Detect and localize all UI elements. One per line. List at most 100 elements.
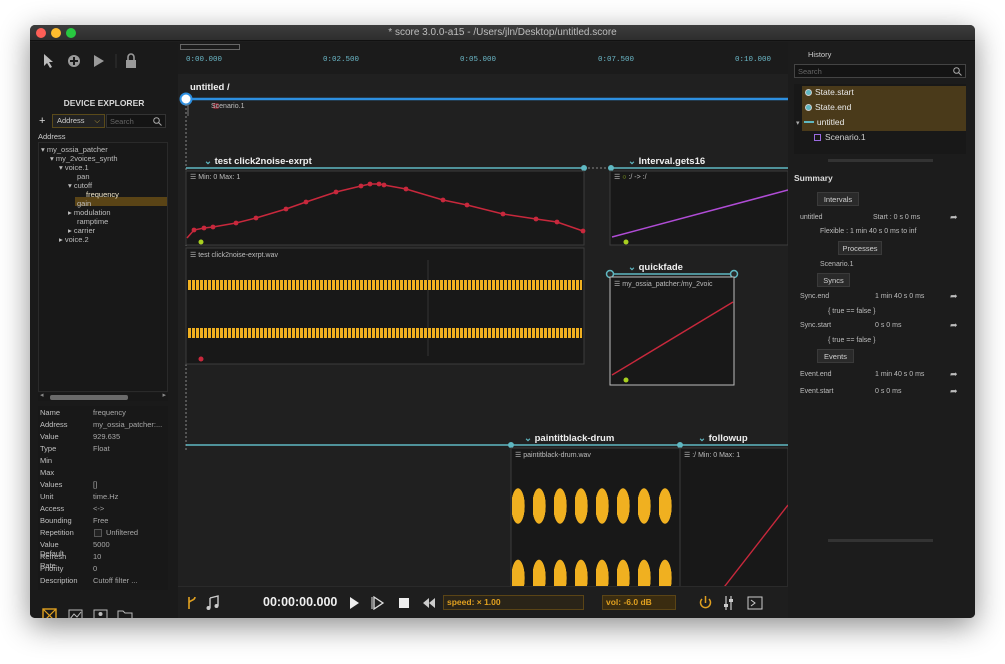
interval-label-painit[interactable]: ⌄ paintitblack-drum — [524, 433, 614, 444]
painit-header: ☰ paintitblack-drum.wav — [515, 452, 591, 459]
filter-select-value: Address — [57, 116, 85, 125]
interval-label-followup[interactable]: ⌄ followup — [698, 433, 748, 444]
summary-event-end[interactable]: Event.end — [800, 371, 832, 378]
history-search-input[interactable]: Search — [794, 64, 966, 78]
transport-icons-left — [188, 595, 219, 610]
power-icon[interactable] — [699, 596, 712, 609]
repetition-checkbox[interactable] — [94, 529, 102, 537]
process-icon — [814, 134, 821, 141]
goto-arrow-icon[interactable]: ➦ — [950, 369, 958, 380]
curve-panel-icon[interactable] — [68, 609, 83, 618]
history-item-state-end[interactable]: State.end — [802, 102, 966, 115]
menu-icon[interactable]: ☰ — [515, 452, 521, 459]
play-icon[interactable] — [350, 597, 359, 609]
rewind-icon[interactable] — [423, 598, 435, 608]
play-tool-icon[interactable] — [94, 55, 104, 67]
title-bar: * score 3.0.0-a15 - /Users/jln/Desktop/u… — [30, 25, 975, 41]
menu-icon[interactable]: ☰ — [614, 174, 620, 181]
transport-controls — [350, 596, 435, 610]
goto-arrow-icon[interactable]: ➦ — [950, 291, 958, 302]
syncs-button[interactable]: Syncs — [817, 273, 850, 287]
automation-process[interactable] — [185, 170, 585, 246]
tree-node-gain[interactable]: gain — [77, 199, 91, 208]
summary-sync-end[interactable]: Sync.end — [800, 293, 829, 300]
tree-node-root[interactable]: ▾ my_ossia_patcher — [41, 145, 108, 154]
speed-slider[interactable]: speed: × 1.00 — [443, 595, 584, 610]
device-explorer-icon[interactable] — [42, 608, 57, 618]
goto-arrow-icon[interactable]: ➦ — [950, 320, 958, 331]
intervals-button[interactable]: Intervals — [817, 192, 859, 206]
processes-button[interactable]: Processes — [838, 241, 882, 255]
scrollbar-thumb[interactable] — [50, 395, 128, 400]
tree-node-pan[interactable]: pan — [77, 172, 90, 181]
chevron-down-icon[interactable]: ▾ — [796, 120, 800, 127]
summary-sync-start-time: 0 s 0 ms — [875, 322, 902, 329]
filter-select[interactable]: Address ⌵ — [52, 114, 105, 128]
history-splitter[interactable] — [828, 159, 933, 162]
lock-icon[interactable] — [126, 53, 136, 68]
waveform-right-channel — [188, 328, 582, 338]
stop-icon[interactable] — [399, 598, 409, 608]
tree-node-voice1[interactable]: ▾ voice.1 — [59, 163, 89, 172]
mixer-icon[interactable] — [724, 596, 733, 610]
menu-icon[interactable]: ☰ — [190, 252, 196, 259]
tree-node-voice2[interactable]: ▸ voice.2 — [59, 235, 89, 244]
search-icon — [153, 117, 162, 126]
console-icon[interactable] — [747, 596, 763, 610]
tree-node-carrier[interactable]: ▸ carrier — [68, 226, 95, 235]
goto-arrow-icon[interactable]: ➦ — [950, 386, 958, 397]
gets16-process[interactable] — [609, 170, 788, 246]
branch-icon[interactable] — [188, 596, 196, 609]
summary-sync-end-time: 1 min 40 s 0 ms — [875, 293, 925, 300]
media-panel-icon[interactable] — [93, 609, 108, 618]
score-view: 0:00.000 0:02.500 0:05.000 0:07.500 0:10… — [178, 42, 788, 618]
chevron-down-icon[interactable]: ⌄ — [698, 433, 706, 444]
state-icon — [805, 89, 812, 96]
tree-node-frequency[interactable]: frequency — [86, 190, 119, 199]
root-state[interactable] — [179, 92, 193, 106]
volume-slider[interactable]: vol: -6.0 dB — [602, 595, 676, 610]
goto-arrow-icon[interactable]: ➦ — [950, 212, 958, 223]
summary-splitter[interactable] — [828, 539, 933, 542]
menu-icon[interactable]: ☰ — [190, 174, 196, 181]
tree-scrollbar[interactable]: ◂ ▸ — [38, 391, 168, 401]
summary-sync-start[interactable]: Sync.start — [800, 322, 831, 329]
select-tool-icon[interactable] — [44, 54, 53, 68]
panel-switcher — [42, 608, 133, 618]
menu-icon[interactable]: ☰ — [684, 452, 690, 459]
music-note-icon[interactable] — [206, 595, 219, 610]
right-panel: History Search State.start State.end ▾ u… — [788, 42, 975, 618]
audio-process[interactable] — [185, 247, 585, 365]
transport-bar: 00:00:00.000 speed: × 1.00 vol: -6.0 dB — [178, 586, 788, 618]
folder-icon[interactable] — [117, 610, 133, 618]
events-button[interactable]: Events — [817, 349, 854, 363]
add-device-button[interactable]: + — [39, 115, 45, 127]
interval-label-gets16[interactable]: ⌄ Interval.gets16 — [628, 156, 705, 167]
scroll-left-icon[interactable]: ◂ — [40, 391, 44, 399]
search-icon — [953, 67, 962, 76]
tree-node-cutoff[interactable]: ▾ cutoff — [68, 181, 92, 190]
history-item-state-start[interactable]: State.start — [802, 87, 966, 100]
interval-label-click[interactable]: ⌄ test click2noise-exrpt — [204, 156, 312, 167]
summary-event-start[interactable]: Event.start — [800, 388, 833, 395]
menu-icon[interactable]: ☰ — [614, 281, 620, 288]
tree-node-ramptime[interactable]: ramptime — [77, 217, 108, 226]
chevron-down-icon[interactable]: ⌄ — [628, 262, 636, 273]
history-item-scenario[interactable]: Scenario.1 — [814, 132, 964, 145]
interval-label-quickfade[interactable]: ⌄ quickfade — [628, 262, 683, 273]
play-from-icon[interactable] — [371, 596, 385, 610]
summary-interval-name[interactable]: untitled — [800, 214, 823, 221]
tree-node-modulation[interactable]: ▸ modulation — [68, 208, 111, 217]
tree-node-synth[interactable]: ▾ my_2voices_synth — [50, 154, 118, 163]
scroll-right-icon[interactable]: ▸ — [162, 391, 166, 399]
followup-header: ☰ :/ Min: 0 Max: 1 — [684, 452, 741, 459]
device-search-input[interactable]: Search — [106, 114, 166, 128]
summary-process-name[interactable]: Scenario.1 — [820, 261, 853, 268]
chevron-down-icon[interactable]: ⌄ — [524, 433, 532, 444]
chevron-down-icon[interactable]: ⌄ — [204, 156, 212, 167]
chevron-down-icon[interactable]: ⌄ — [628, 156, 636, 167]
quickfade-process[interactable] — [609, 276, 735, 386]
history-heading: History — [808, 50, 832, 59]
history-item-untitled[interactable]: ▾ untitled — [796, 117, 966, 130]
create-tool-icon[interactable] — [68, 55, 80, 67]
